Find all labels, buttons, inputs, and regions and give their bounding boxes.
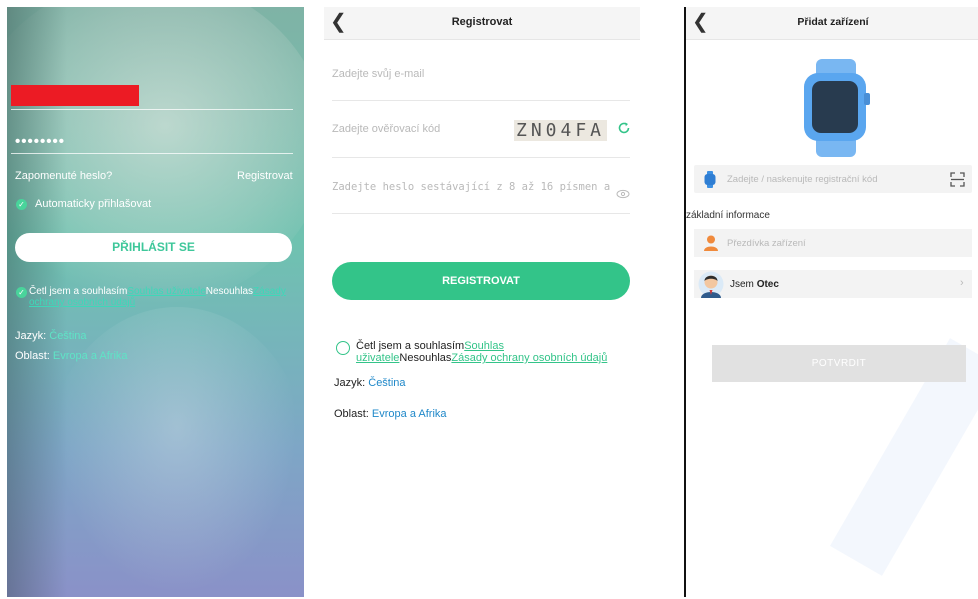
region-label: Oblast: — [15, 350, 50, 362]
language-label: Jazyk: — [334, 377, 366, 389]
password-underline — [332, 213, 630, 214]
register-screen: ❮ Registrovat Zadejte svůj e-mail Zadejt… — [324, 7, 640, 597]
region-value[interactable]: Evropa a Afrika — [53, 350, 128, 362]
page-title: Registrovat — [451, 16, 513, 28]
smartwatch-icon — [804, 59, 870, 157]
relation-text: Jsem Otec — [730, 279, 779, 290]
relation-prefix: Jsem — [730, 279, 754, 290]
registration-code-row[interactable]: Zadejte / naskenujte registrační kód — [694, 165, 972, 193]
language-row[interactable]: Jazyk: Čeština — [334, 377, 406, 389]
section-label: základní informace — [686, 210, 770, 221]
language-row[interactable]: Jazyk: Čeština — [15, 330, 87, 342]
chevron-right-icon: › — [960, 277, 964, 289]
relation-value: Otec — [756, 279, 779, 290]
agree-prefix: Četl jsem a souhlasím — [356, 340, 465, 352]
login-button[interactable]: PŘIHLÁSIT SE — [15, 233, 292, 262]
watch-small-icon — [704, 171, 716, 188]
password-input[interactable]: Zadejte heslo sestávající z 8 až 16 písm… — [332, 181, 622, 193]
eye-icon[interactable] — [616, 189, 630, 199]
person-icon — [704, 235, 718, 251]
email-input[interactable]: Zadejte svůj e-mail — [332, 68, 424, 80]
relation-row[interactable]: Jsem Otec › — [694, 270, 972, 298]
captcha-image: ZN04FA — [514, 120, 608, 141]
region-label: Oblast: — [334, 408, 369, 420]
redacted-username-field[interactable] — [11, 85, 139, 106]
region-value[interactable]: Evropa a Afrika — [372, 408, 447, 420]
region-row[interactable]: Oblast: Evropa a Afrika — [15, 350, 128, 362]
nickname-input[interactable]: Přezdívka zařízení — [727, 238, 806, 249]
privacy-policy-link[interactable]: Zásady ochrany osobních údajů — [451, 352, 607, 364]
top-bar: ❮ Registrovat — [324, 7, 640, 40]
disagree-text: Nesouhlas — [205, 286, 254, 297]
login-screen: •••••••• Zapomenuté heslo? Registrovat ✓… — [7, 7, 304, 597]
refresh-icon[interactable] — [617, 121, 631, 135]
agree-text: Četl jsem a souhlasímSouhlas uživateleNe… — [29, 286, 299, 308]
username-underline — [11, 109, 293, 110]
password-underline — [11, 153, 293, 154]
add-device-screen: ❮ Přidat zařízení Zadejte / naskenujte r… — [684, 7, 978, 597]
register-button[interactable]: REGISTROVAT — [332, 262, 630, 300]
language-label: Jazyk: — [15, 330, 47, 342]
auto-login-label: Automaticky přihlašovat — [35, 198, 152, 210]
scan-icon[interactable] — [950, 172, 965, 187]
register-link[interactable]: Registrovat — [237, 170, 293, 182]
agree-radio[interactable] — [336, 341, 350, 355]
disagree-text: Nesouhlas — [399, 352, 452, 364]
auto-login-checkbox[interactable]: ✓ — [16, 199, 27, 210]
user-agreement-link[interactable]: Souhlas uživatele — [127, 286, 205, 297]
forgot-password-link[interactable]: Zapomenuté heslo? — [15, 170, 112, 182]
father-avatar-icon — [698, 271, 724, 298]
top-bar: ❮ Přidat zařízení — [686, 7, 978, 40]
confirm-button[interactable]: POTVRDIT — [712, 345, 966, 382]
language-value[interactable]: Čeština — [49, 330, 86, 342]
page-title: Přidat zařízení — [797, 16, 869, 28]
email-underline — [332, 100, 630, 101]
agree-text: Četl jsem a souhlasímSouhlas uživateleNe… — [356, 340, 636, 364]
agree-prefix: Četl jsem a souhlasím — [29, 286, 128, 297]
nickname-row[interactable]: Přezdívka zařízení — [694, 229, 972, 257]
code-underline — [332, 157, 630, 158]
language-value[interactable]: Čeština — [368, 377, 405, 389]
registration-code-input[interactable]: Zadejte / naskenujte registrační kód — [727, 174, 878, 185]
password-field[interactable]: •••••••• — [15, 133, 65, 150]
agree-checkbox[interactable]: ✓ — [16, 287, 27, 298]
verification-code-input[interactable]: Zadejte ověřovací kód — [332, 123, 440, 135]
region-row[interactable]: Oblast: Evropa a Afrika — [334, 408, 447, 420]
